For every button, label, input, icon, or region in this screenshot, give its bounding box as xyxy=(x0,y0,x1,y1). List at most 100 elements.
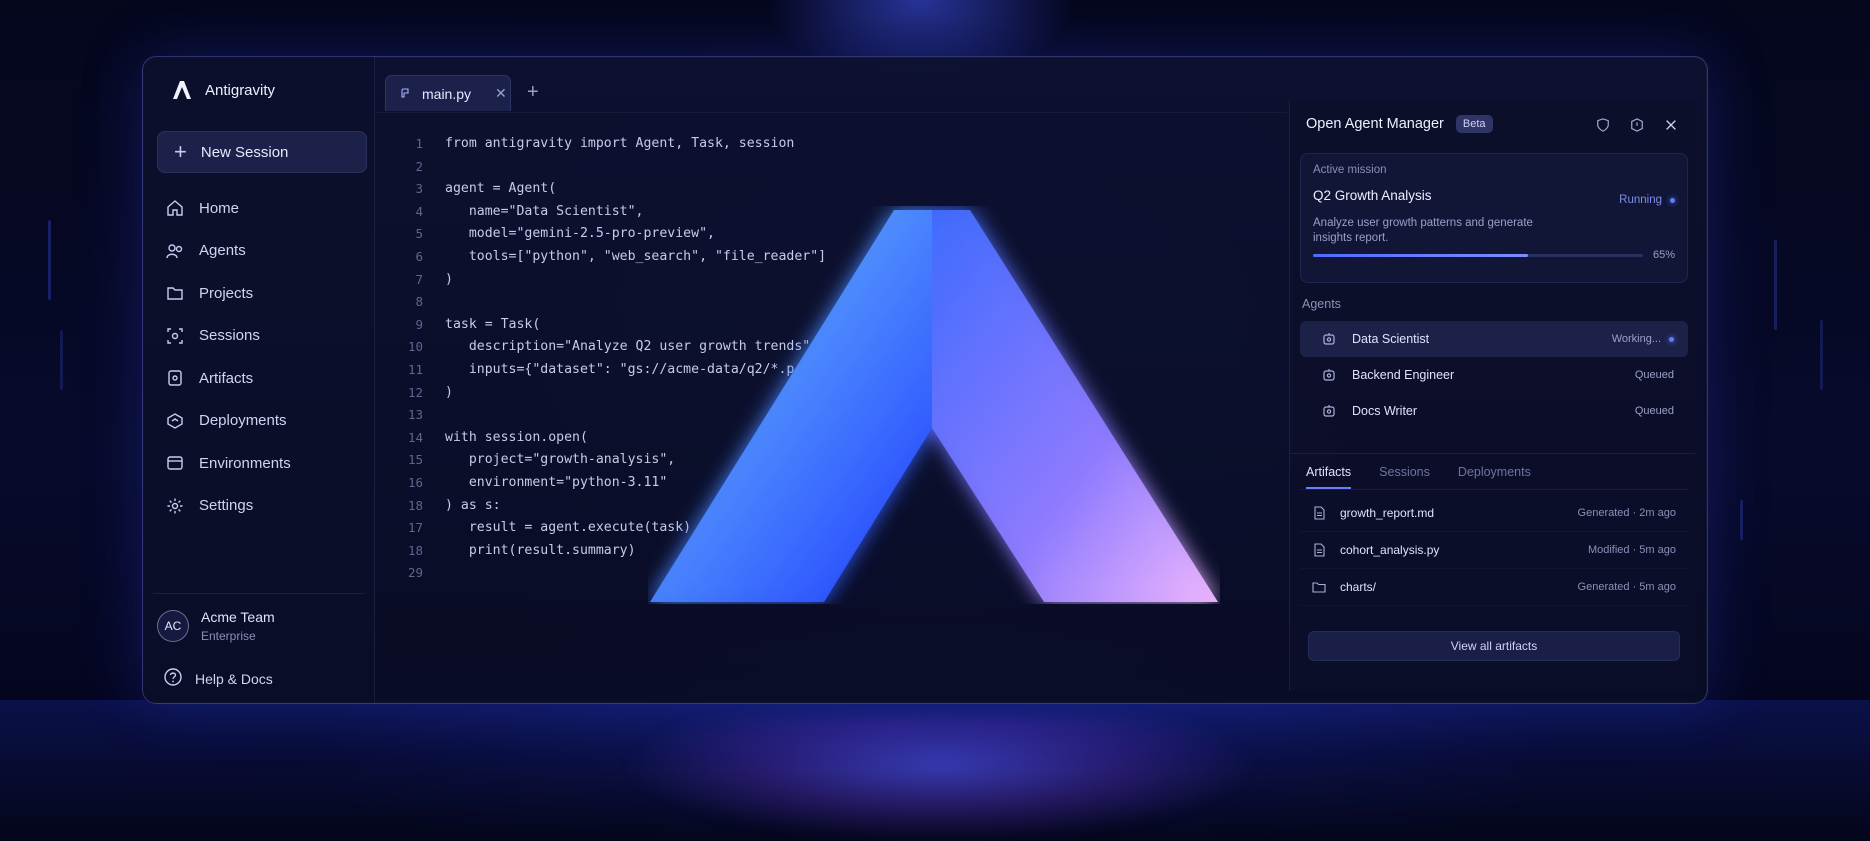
help-label: Help & Docs xyxy=(195,670,273,687)
code-line[interactable]: 14 with session.open( xyxy=(375,427,1287,450)
sidebar-item-agents[interactable]: Agents xyxy=(165,230,365,273)
code-area[interactable]: 1 from antigravity import Agent, Task, se… xyxy=(375,133,1287,585)
line-number: 16 xyxy=(407,474,423,490)
tab-main-py[interactable]: main.py ✕ xyxy=(385,75,511,111)
floor-glow xyxy=(620,715,1260,841)
agent-icon xyxy=(1322,332,1336,346)
artifact-row[interactable]: growth_report.md Generated · 2m ago xyxy=(1300,495,1688,532)
line-number: 1 xyxy=(415,136,423,151)
code-line[interactable]: 1 from antigravity import Agent, Task, se… xyxy=(375,133,1287,156)
close-icon[interactable] xyxy=(1663,117,1679,133)
code-line[interactable]: 18) as s: xyxy=(375,495,1287,518)
artifact-meta: Generated · 5m ago xyxy=(1577,581,1676,593)
code-line[interactable]: 11 inputs={"dataset": "gs://acme-data/q2… xyxy=(375,359,1287,382)
sidebar-item-deployments[interactable]: Deployments xyxy=(165,400,365,443)
line-number: 15 xyxy=(407,452,423,468)
line-code: environment="python-3.11" xyxy=(445,474,668,490)
sidebar-item-environments[interactable]: Environments xyxy=(165,442,365,485)
code-line[interactable]: 5 model="gemini-2.5-pro-preview", xyxy=(375,223,1287,246)
progress-fill xyxy=(1313,254,1528,257)
line-code: task = Task( xyxy=(445,316,541,332)
sidebar-item-label: Agents xyxy=(199,242,246,260)
code-line[interactable]: 18 print(result.summary) xyxy=(375,540,1287,563)
new-session-button[interactable]: + New Session xyxy=(157,131,367,173)
artifact-name: growth_report.md xyxy=(1340,506,1435,520)
code-editor: main.py ✕ + 1 from antigravity import Age… xyxy=(375,57,1287,703)
app-window: Antigravity + New Session Home Agents Pr… xyxy=(142,56,1708,704)
shield-icon[interactable] xyxy=(1595,117,1611,133)
agents-list: Data Scientist Working... Backend Engine… xyxy=(1300,321,1688,429)
mission-status: Running xyxy=(1619,194,1675,206)
artifact-meta: Generated · 2m ago xyxy=(1577,507,1676,519)
sidebar-divider xyxy=(153,593,365,594)
status-dot-icon xyxy=(1670,197,1675,203)
code-line[interactable]: 16 environment="python-3.11" xyxy=(375,472,1287,495)
brand[interactable]: Antigravity xyxy=(171,79,275,101)
code-line[interactable]: 3 agent = Agent( xyxy=(375,178,1287,201)
code-line[interactable]: 4 name="Data Scientist", xyxy=(375,201,1287,224)
tab-sessions[interactable]: Sessions xyxy=(1379,465,1430,489)
code-line[interactable]: 8 xyxy=(375,291,1287,314)
folder-icon xyxy=(165,283,185,303)
code-line[interactable]: 7) xyxy=(375,269,1287,292)
line-number: 18 xyxy=(407,497,423,513)
sidebar-item-home[interactable]: Home xyxy=(165,187,365,230)
sidebar-item-sessions[interactable]: Sessions xyxy=(165,315,365,358)
line-number: 10 xyxy=(407,339,423,355)
code-line[interactable]: 10 description="Analyze Q2 user growth t… xyxy=(375,336,1287,359)
code-line[interactable]: 6 tools=["python", "web_search", "file_r… xyxy=(375,246,1287,269)
info-icon[interactable] xyxy=(1629,117,1645,133)
line-number: 13 xyxy=(407,407,423,423)
artifact-row[interactable]: charts/ Generated · 5m ago xyxy=(1300,569,1688,606)
sessions-icon xyxy=(165,326,185,346)
agent-icon xyxy=(1322,404,1336,418)
code-line[interactable]: 13 xyxy=(375,404,1287,427)
line-number: 4 xyxy=(415,203,423,219)
line-code: tools=["python", "web_search", "file_rea… xyxy=(445,248,827,264)
line-number: 5 xyxy=(415,226,423,242)
agents-heading: Agents xyxy=(1302,297,1341,311)
status-text: Running xyxy=(1619,194,1662,206)
code-line[interactable]: 9 task = Task( xyxy=(375,314,1287,337)
close-icon[interactable]: ✕ xyxy=(495,85,507,102)
agent-row-data-scientist[interactable]: Data Scientist Working... xyxy=(1300,321,1688,357)
light-streak xyxy=(1740,500,1743,540)
code-line[interactable]: 12) xyxy=(375,382,1287,405)
code-line[interactable]: 29 xyxy=(375,562,1287,585)
code-line[interactable]: 15 project="growth-analysis", xyxy=(375,449,1287,472)
sidebar-item-settings[interactable]: Settings xyxy=(165,485,365,528)
light-streak xyxy=(60,330,63,390)
code-line[interactable]: 2 xyxy=(375,156,1287,179)
line-number: 17 xyxy=(407,520,423,536)
line-code: project="growth-analysis", xyxy=(445,452,676,468)
progress-value: 65% xyxy=(1652,249,1675,261)
team-switcher[interactable]: AC Acme Team Enterprise xyxy=(157,609,275,643)
tab-deployments[interactable]: Deployments xyxy=(1458,465,1531,489)
artifact-row[interactable]: cohort_analysis.py Modified · 5m ago xyxy=(1300,532,1688,569)
agent-name: Docs Writer xyxy=(1352,404,1418,418)
line-code: print(result.summary) xyxy=(445,542,636,558)
tab-artifacts[interactable]: Artifacts xyxy=(1306,465,1352,489)
line-code: result = agent.execute(task) xyxy=(445,520,692,536)
app-name: Antigravity xyxy=(205,81,276,99)
line-code: description="Analyze Q2 user growth tren… xyxy=(445,339,811,355)
agent-row-backend-engineer[interactable]: Backend Engineer Queued xyxy=(1300,357,1688,393)
add-tab-button[interactable]: + xyxy=(527,81,539,104)
mission-title: Q2 Growth Analysis xyxy=(1313,188,1432,203)
new-session-label: New Session xyxy=(200,143,289,161)
sidebar-item-projects[interactable]: Projects xyxy=(165,272,365,315)
help-docs-link[interactable]: Help & Docs xyxy=(163,667,273,690)
agent-row-docs-writer[interactable]: Docs Writer Queued xyxy=(1300,393,1688,429)
agent-manager-panel: Open Agent Manager Beta Active mission Q… xyxy=(1289,101,1695,691)
view-all-artifacts-button[interactable]: View all artifacts xyxy=(1308,631,1680,661)
artifact-time: 2m ago xyxy=(1639,507,1676,519)
line-number: 3 xyxy=(415,181,423,197)
agent-name: Data Scientist xyxy=(1352,332,1430,346)
sidebar-item-artifacts[interactable]: Artifacts xyxy=(165,357,365,400)
code-line[interactable]: 17 result = agent.execute(task) xyxy=(375,517,1287,540)
mission-progress-bar xyxy=(1313,254,1643,257)
line-number: 7 xyxy=(415,271,423,287)
active-mission-card[interactable]: Active mission Q2 Growth Analysis Runnin… xyxy=(1300,153,1688,283)
line-code: with session.open( xyxy=(445,429,588,445)
tab-label: main.py xyxy=(422,85,472,102)
